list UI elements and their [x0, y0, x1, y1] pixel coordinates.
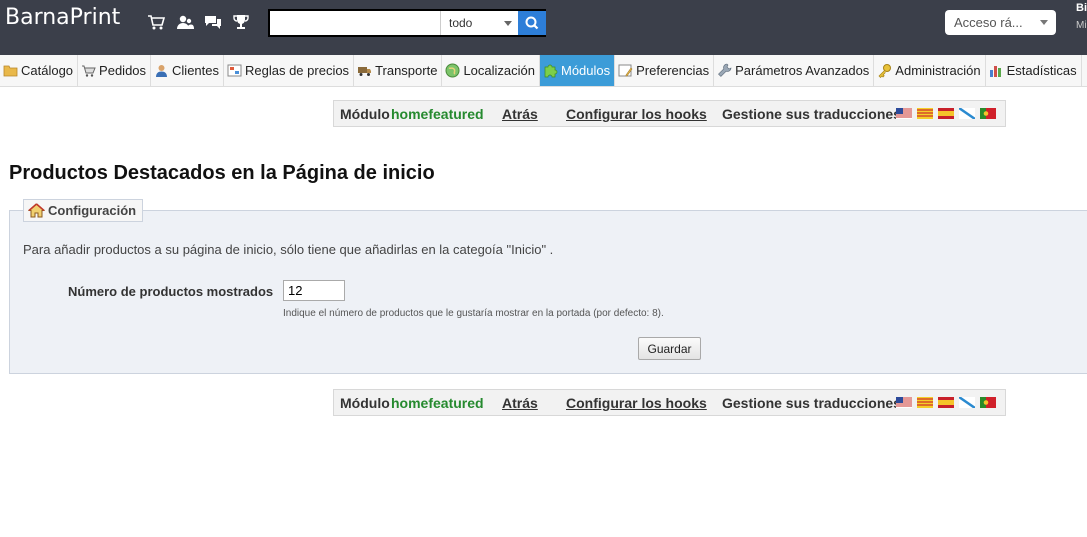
tab-label: Transporte — [375, 63, 438, 78]
tab-reglas-precios[interactable]: Reglas de precios — [224, 55, 355, 86]
page-title: Productos Destacados en la Página de ini… — [9, 162, 435, 184]
globe-icon — [445, 63, 460, 78]
manage-translations-label: Gestione sus traducciones — [722, 395, 901, 411]
main-menu: Catálogo Pedidos Clientes Reglas de prec… — [0, 55, 1087, 87]
tab-parametros-avanzados[interactable]: Parámetros Avanzados — [714, 55, 875, 86]
manage-translations-label: Gestione sus traducciones — [722, 106, 901, 122]
configuration-description: Para añadir productos a su página de ini… — [23, 242, 554, 257]
module-toolbar-bottom: Módulo homefeatured Atrás Configurar los… — [333, 389, 1006, 416]
spain-flag-icon[interactable] — [938, 397, 954, 408]
module-name: homefeatured — [391, 395, 484, 411]
products-count-input[interactable] — [283, 280, 345, 301]
configure-hooks-link[interactable]: Configurar los hooks — [566, 395, 707, 411]
stats-icon — [989, 66, 1001, 77]
us-flag-icon[interactable] — [896, 397, 912, 408]
search-icon — [525, 16, 539, 30]
top-header: BarnaPrint todo Acceso rá... Bi Mi — [0, 0, 1087, 55]
catalan-flag-icon[interactable] — [917, 108, 933, 119]
tab-label: Preferencias — [636, 63, 710, 78]
messages-icon[interactable] — [204, 13, 222, 31]
tab-label: Administración — [895, 63, 981, 78]
tab-label: Localización — [463, 63, 535, 78]
user-icon — [156, 65, 168, 77]
galician-flag-icon[interactable] — [959, 397, 975, 408]
translation-flags — [896, 108, 996, 119]
tab-clientes[interactable]: Clientes — [151, 55, 224, 86]
truck-icon — [358, 67, 372, 76]
search-scope-value: todo — [449, 16, 473, 30]
tab-estadisticas[interactable]: Estadísticas — [986, 55, 1082, 86]
tab-administracion[interactable]: Administración — [874, 55, 986, 86]
search-scope-select[interactable]: todo — [440, 11, 518, 35]
tab-label: Reglas de precios — [245, 63, 350, 78]
legend-label: Configuración — [48, 203, 137, 218]
products-count-hint: Indique el número de productos que le gu… — [283, 308, 664, 319]
tab-pedidos[interactable]: Pedidos — [78, 55, 152, 86]
chevron-down-icon — [504, 21, 512, 26]
translation-flags — [896, 397, 996, 408]
spain-flag-icon[interactable] — [938, 108, 954, 119]
us-flag-icon[interactable] — [896, 108, 912, 119]
tab-label: Pedidos — [99, 63, 147, 78]
price-rules-icon — [227, 64, 242, 77]
chevron-down-icon — [1040, 20, 1048, 25]
user-name[interactable]: Bi — [1076, 2, 1087, 14]
portugal-flag-icon[interactable] — [980, 397, 996, 408]
user-link[interactable]: Mi — [1076, 20, 1087, 31]
wrench-icon — [718, 63, 732, 77]
tab-label: Clientes — [172, 63, 219, 78]
quick-access-label: Acceso rá... — [954, 15, 1023, 30]
tab-label: Parámetros Avanzados — [735, 63, 870, 78]
folder-icon — [3, 65, 18, 77]
brand-logo[interactable]: BarnaPrint — [5, 5, 120, 30]
catalan-flag-icon[interactable] — [917, 397, 933, 408]
module-prefix: Módulo — [340, 106, 390, 122]
search-bar: todo — [268, 9, 546, 37]
tab-label: Módulos — [561, 63, 611, 78]
save-button[interactable]: Guardar — [638, 337, 701, 360]
tab-label: Estadísticas — [1006, 63, 1077, 78]
customers-icon[interactable] — [176, 13, 194, 31]
trophy-icon[interactable] — [232, 13, 250, 31]
search-input[interactable] — [270, 11, 446, 35]
back-link[interactable]: Atrás — [502, 395, 538, 411]
tab-label: Catálogo — [21, 63, 74, 78]
products-count-label: Número de productos mostrados — [68, 284, 274, 299]
configuration-legend: Configuración — [23, 199, 144, 222]
tab-transporte[interactable]: Transporte — [354, 55, 443, 86]
search-button[interactable] — [518, 11, 546, 35]
tab-catalogo[interactable]: Catálogo — [0, 55, 79, 86]
configure-hooks-link[interactable]: Configurar los hooks — [566, 106, 707, 122]
preferences-icon — [618, 64, 633, 77]
cart-icon — [82, 65, 96, 77]
back-link[interactable]: Atrás — [502, 106, 538, 122]
home-icon — [28, 203, 45, 218]
tab-preferencias[interactable]: Preferencias — [615, 55, 715, 86]
tab-localizacion[interactable]: Localización — [442, 55, 540, 86]
quick-access-select[interactable]: Acceso rá... — [945, 10, 1056, 35]
key-icon — [878, 64, 892, 78]
tab-modulos[interactable]: Módulos — [540, 55, 616, 86]
cart-icon[interactable] — [147, 13, 165, 31]
galician-flag-icon[interactable] — [959, 108, 975, 119]
puzzle-icon — [544, 64, 558, 78]
module-prefix: Módulo — [340, 395, 390, 411]
portugal-flag-icon[interactable] — [980, 108, 996, 119]
module-toolbar-top: Módulo homefeatured Atrás Configurar los… — [333, 100, 1006, 127]
module-name: homefeatured — [391, 106, 484, 122]
